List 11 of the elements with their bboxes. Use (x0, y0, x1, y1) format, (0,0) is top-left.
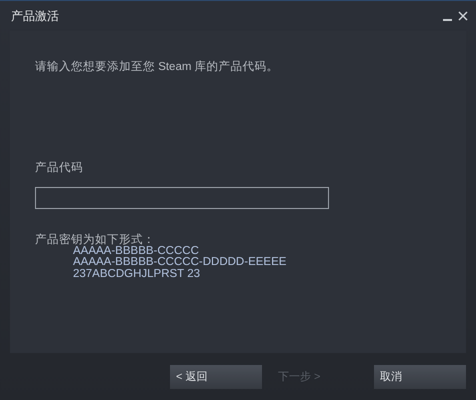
key-format-example: AAAAA-BBBBB-CCCCC-DDDDD-EEEEE (73, 257, 288, 268)
key-format-example: AAAAA-BBBBB-CCCCC (73, 246, 200, 257)
window-title: 产品激活 (11, 8, 59, 25)
product-code-field[interactable] (35, 186, 329, 208)
dialog-button[interactable]: < 返回 (170, 365, 262, 389)
field-label: 产品代码 (35, 160, 84, 176)
key-format-example: 237ABCDGHJLPRST 23 (73, 268, 201, 280)
close-icon[interactable] (458, 11, 468, 21)
format-label: 产品密钥为如下形式： (35, 234, 156, 246)
dialog-button[interactable]: 取消 (374, 365, 466, 389)
instruction-text: 请输入您想要添加至您 Steam 库的产品代码。 (35, 59, 280, 75)
